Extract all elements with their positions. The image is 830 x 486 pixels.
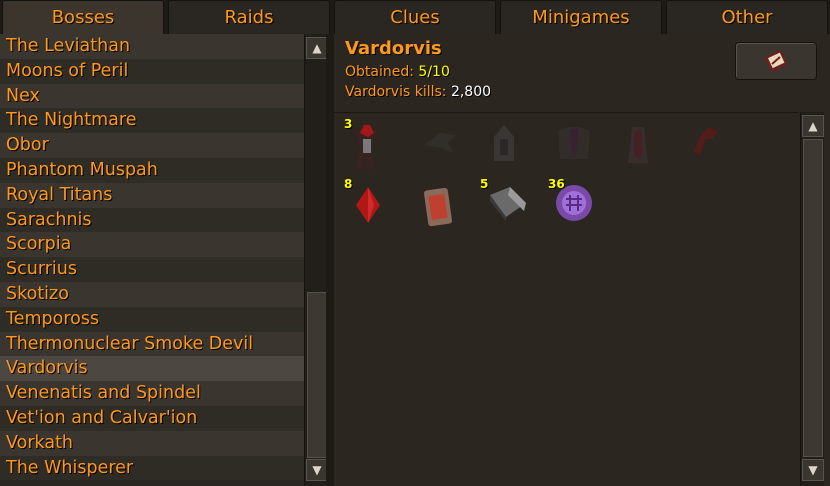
item-slot[interactable] — [414, 177, 462, 227]
list-item-selected[interactable]: Vardorvis — [0, 356, 304, 382]
kills-line: Vardorvis kills: 2,800 — [345, 84, 491, 100]
blood-quartz-icon — [356, 187, 380, 223]
panel-divider — [326, 34, 334, 486]
virtus-robe-bottom-icon — [628, 127, 648, 163]
chromium-ingot-icon — [490, 187, 526, 221]
scroll-down-arrow-icon[interactable]: ▼ — [306, 459, 328, 481]
list-item[interactable]: Moons of Peril — [0, 58, 304, 84]
obtained-value: 5/10 — [418, 64, 450, 80]
boss-list-scrollbar[interactable]: ▲ ▼ — [304, 34, 328, 486]
item-quantity: 36 — [548, 177, 565, 191]
list-item[interactable]: Venenatis and Spindel — [0, 381, 304, 406]
strangled-tablet-icon — [423, 187, 453, 227]
item-slot[interactable]: 3 — [344, 117, 392, 169]
book-icon — [765, 50, 787, 72]
item-quantity: 8 — [344, 177, 353, 191]
log-header: Vardorvis Obtained: 5/10 Vardorvis kills… — [334, 34, 830, 108]
list-item[interactable]: Vorkath — [0, 430, 304, 456]
ultor-vestige-icon — [424, 133, 456, 153]
virtus-mask-icon — [494, 125, 514, 161]
tab-other[interactable]: Other — [666, 0, 828, 34]
virtus-robe-top-icon — [558, 127, 590, 159]
list-item[interactable]: The Leviathan — [0, 34, 304, 59]
list-item[interactable]: The Nightmare — [0, 108, 304, 134]
item-quantity: 5 — [480, 177, 489, 191]
list-item[interactable]: Thermonuclear Smoke Devil — [0, 331, 304, 357]
boss-list: The Leviathan Moons of Peril Nex The Nig… — [0, 34, 304, 486]
list-item[interactable]: Nex — [0, 83, 304, 109]
kills-value: 2,800 — [450, 84, 492, 100]
scroll-up-arrow-icon[interactable]: ▲ — [802, 115, 824, 137]
item-slot[interactable] — [548, 117, 596, 161]
obtained-line: Obtained: 5/10 — [345, 64, 450, 80]
list-item[interactable]: Phantom Muspah — [0, 157, 304, 183]
tab-minigames[interactable]: Minigames — [500, 0, 662, 34]
item-slot[interactable] — [616, 117, 664, 163]
list-item[interactable]: Royal Titans — [0, 182, 304, 208]
obtained-label: Obtained: — [345, 64, 419, 80]
tab-raids[interactable]: Raids — [168, 0, 330, 34]
item-slot[interactable] — [682, 117, 730, 161]
category-tabs: Bosses Raids Clues Minigames Other — [0, 0, 830, 34]
tab-clues[interactable]: Clues — [334, 0, 496, 34]
item-slot[interactable]: 5 — [480, 177, 528, 221]
scroll-up-arrow-icon[interactable]: ▲ — [306, 37, 328, 59]
items-scrollbar[interactable]: ▲ ▼ — [800, 112, 824, 486]
item-slot[interactable]: 36 — [548, 177, 596, 221]
item-slot[interactable]: 8 — [344, 177, 392, 223]
tab-bosses[interactable]: Bosses — [2, 0, 164, 34]
collection-items: 3 8 5 36 — [334, 112, 798, 486]
list-item[interactable]: Skotizo — [0, 281, 304, 307]
scrollbar-thumb[interactable] — [803, 139, 823, 457]
executioners-axe-head-icon — [694, 127, 718, 155]
scroll-down-arrow-icon[interactable]: ▼ — [802, 459, 824, 481]
list-item[interactable]: Scurrius — [0, 257, 304, 282]
list-item[interactable]: The Whisperer — [0, 455, 304, 481]
scrollbar-thumb[interactable] — [307, 292, 327, 458]
boss-title: Vardorvis — [345, 38, 442, 59]
list-item[interactable]: Scorpia — [0, 232, 304, 258]
kills-label: Vardorvis kills: — [345, 84, 451, 100]
list-item[interactable]: Tempoross — [0, 306, 304, 332]
item-quantity: 3 — [344, 117, 353, 131]
open-log-book-button[interactable] — [735, 42, 817, 80]
pet-vardorvis-icon — [352, 123, 378, 169]
item-slot[interactable] — [414, 117, 462, 161]
list-item[interactable]: Vet'ion and Calvar'ion — [0, 405, 304, 431]
list-item[interactable]: Obor — [0, 133, 304, 158]
list-item[interactable]: Sarachnis — [0, 207, 304, 233]
item-slot[interactable] — [480, 117, 528, 161]
